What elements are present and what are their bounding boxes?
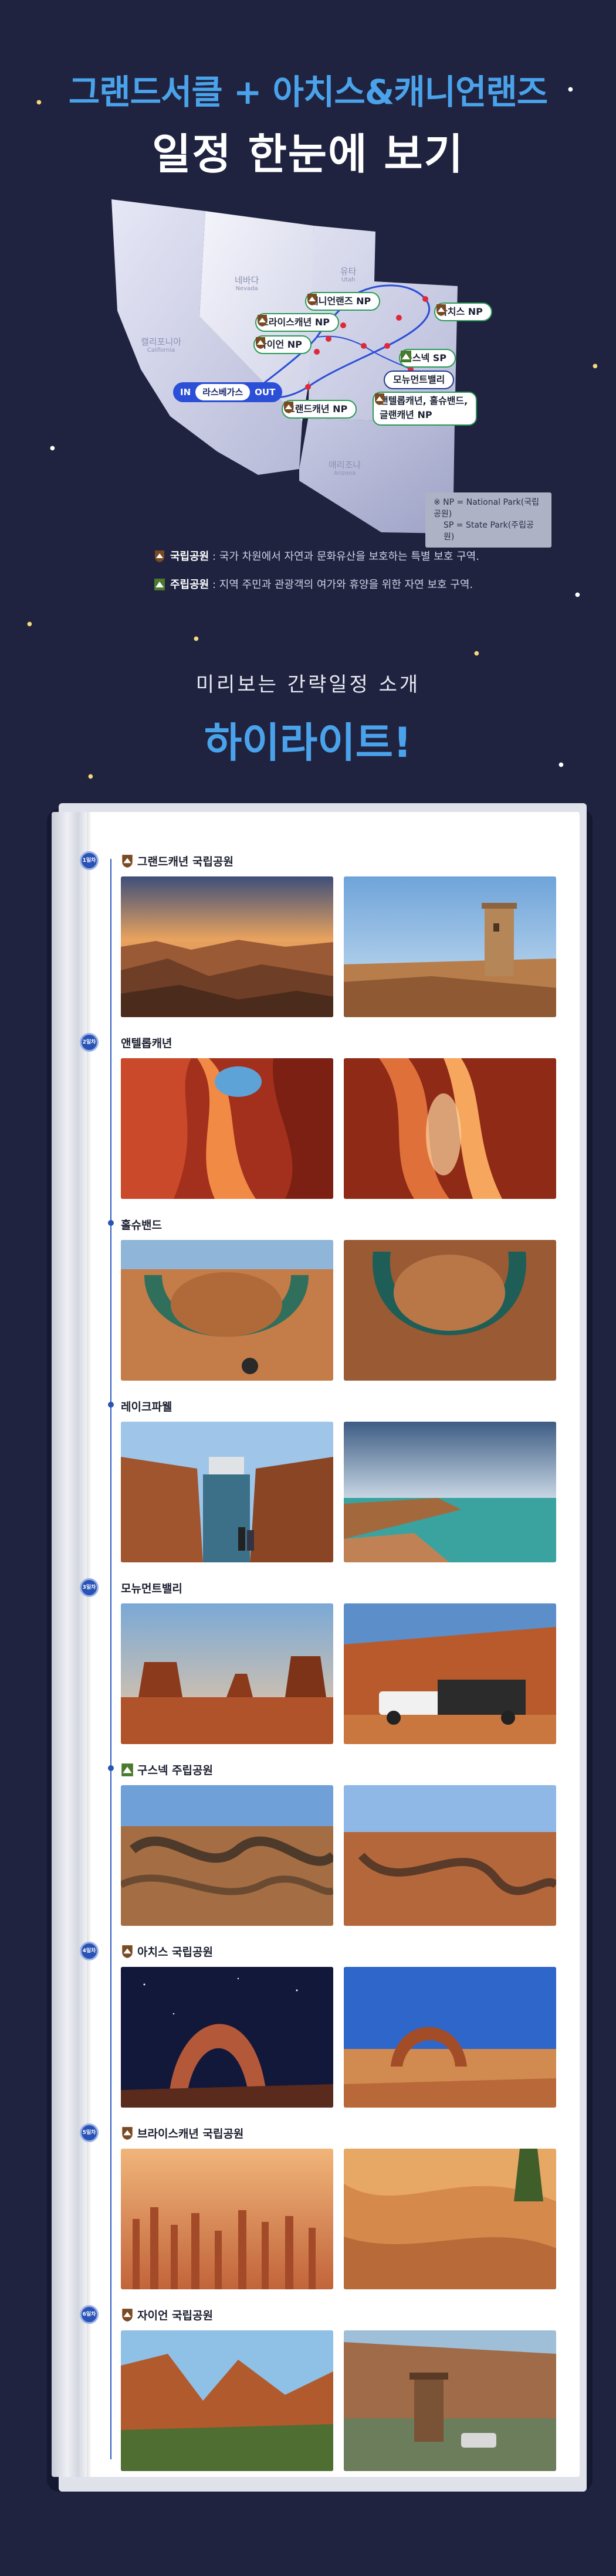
itinerary-book: 1일차 그랜드캐년 국립공원 2일차 앤텔롭캐년 홀슈밴드 레이크파웰 3일차 … — [52, 812, 580, 2477]
city-out-label: OUT — [255, 387, 276, 397]
day-title: 레이크파웰 — [121, 1401, 172, 1413]
city-in-label: IN — [180, 387, 191, 397]
day-item: 1일차 그랜드캐년 국립공원 — [52, 851, 580, 1035]
star: ● — [50, 445, 55, 451]
day-item: 6일차 자이언 국립공원 — [52, 2305, 580, 2477]
city-name: 라스베가스 — [195, 384, 251, 400]
national-park-icon — [258, 315, 267, 327]
photo-bryce-hoodoos — [121, 2149, 333, 2289]
state-label-california: 캘리포니아 California — [141, 337, 182, 354]
header-subtitle: 그랜드서클 + 아치스&캐니언랜즈 — [68, 72, 548, 112]
state-label-nevada: 네바다 Nevada — [235, 275, 259, 293]
day-title: 앤텔롭캐년 — [121, 1037, 172, 1050]
day-badge: 3일차 — [80, 1578, 99, 1597]
pin-antelope: 앤텔롭캐년, 홀슈밴드, 글랜캐년 NP — [373, 392, 478, 426]
photo-monument-valley-tour — [344, 1603, 556, 1744]
pin-grand-canyon: 그랜드캐년 NP — [282, 400, 357, 419]
state-park-icon — [121, 1763, 133, 1776]
highlights-subtitle: 미리보는 간략일정 소개 — [195, 673, 421, 696]
photo-horseshoe-bend-2 — [344, 1240, 556, 1381]
photo-horseshoe-bend-1 — [121, 1240, 333, 1381]
page-header: 그랜드서클 + 아치스&캐니언랜즈 일정 한눈에 보기 — [0, 64, 616, 181]
photo-antelope-canyon-2 — [344, 1058, 556, 1199]
state-label-arizona: 애리조나 Arizona — [329, 460, 361, 477]
state-label-utah: 유타 Utah — [340, 266, 357, 284]
photo-bryce-canyon — [344, 2149, 556, 2289]
day-title: 브라이스캐년 국립공원 — [121, 2125, 243, 2141]
day-title: 그랜드캐년 국립공원 — [121, 853, 233, 869]
photo-desert-view-tower — [344, 876, 556, 1017]
star: ● — [194, 635, 199, 642]
national-park-icon — [155, 550, 164, 562]
day-badge: 2일차 — [80, 1033, 99, 1052]
day-item: 홀슈밴드 — [52, 1216, 580, 1398]
national-park-icon — [256, 337, 265, 349]
pin-bryce: 브라이스캐년 NP — [255, 313, 340, 332]
photo-delicate-arch-night — [121, 1967, 333, 2108]
state-park-icon — [401, 351, 411, 362]
day-title: 모뉴먼트밸리 — [121, 1582, 182, 1595]
national-park-icon — [436, 304, 446, 316]
day-badge: 1일차 — [80, 851, 99, 870]
pin-zion: 자이언 NP — [253, 335, 312, 354]
photo-monument-valley-buttes — [121, 1603, 333, 1744]
national-park-icon — [122, 1945, 133, 1958]
photo-lake-powell — [344, 1422, 556, 1562]
photo-antelope-canyon-1 — [121, 1058, 333, 1199]
city-las-vegas: IN 라스베가스 OUT — [173, 382, 283, 402]
day-item: 4일차 아치스 국립공원 — [52, 1942, 580, 2125]
national-park-icon — [122, 855, 133, 868]
highlights-title: 하이라이트! — [204, 719, 412, 767]
route-map: 네바다 Nevada 유타 Utah 캘리포니아 California 애리조나 Ari… — [106, 193, 551, 548]
pin-antelope-line1: 앤텔롭캐년, 홀슈밴드, — [380, 395, 468, 406]
park-abbreviation-note: ※ NP = National Park(국립공원) SP = State Pa… — [425, 492, 551, 548]
national-park-icon — [375, 393, 384, 405]
day-badge: 4일차 — [80, 1942, 99, 1960]
state-park-icon — [154, 579, 165, 590]
timeline-dot — [108, 1220, 114, 1226]
photo-delicate-arch-day — [344, 1967, 556, 2108]
day-title: 구스넥 주립공원 — [121, 1762, 213, 1778]
photo-goosenecks-2 — [344, 1785, 556, 1926]
photo-zion-entrance — [344, 2330, 556, 2471]
photo-goosenecks-1 — [121, 1785, 333, 1926]
national-park-icon — [122, 2127, 133, 2140]
day-badge: 5일차 — [80, 2123, 99, 2142]
pin-goosenecks: 구스넥 SP — [399, 349, 456, 368]
national-park-icon — [122, 2309, 133, 2322]
star: ● — [474, 650, 479, 657]
photo-glen-canyon-dam — [121, 1422, 333, 1562]
pin-canyonlands: 캐니언랜즈 NP — [305, 292, 381, 311]
day-title: 홀슈밴드 — [121, 1219, 162, 1232]
page-title: 일정 한눈에 보기 — [152, 130, 464, 179]
national-park-icon — [307, 294, 317, 305]
pin-monument-valley: 모뉴먼트밸리 — [384, 371, 455, 389]
park-legend: 국립공원 : 국가 차원에서 자연과 문화유산을 보호하는 특별 보호 구역. … — [154, 548, 479, 604]
pin-arches: 아치스 NP — [434, 303, 492, 321]
national-park-icon — [284, 402, 293, 413]
highlights-heading: 미리보는 간략일정 소개 하이라이트! — [0, 668, 616, 769]
timeline-dot — [108, 1765, 114, 1771]
day-badge: 6일차 — [80, 2305, 99, 2324]
day-item: 구스넥 주립공원 — [52, 1762, 580, 1943]
photo-zion-canyon — [121, 2330, 333, 2471]
star: ● — [593, 363, 598, 369]
legend-state: 주립공원 : 지역 주민과 관광객의 여가와 휴양을 위한 자연 보호 구역. — [154, 576, 479, 592]
star: ● — [575, 592, 580, 598]
photo-grand-canyon-vista — [121, 876, 333, 1017]
map-shapes — [111, 199, 458, 533]
day-item: 2일차 앤텔롭캐년 — [52, 1033, 580, 1216]
star: ● — [27, 621, 32, 627]
timeline-dot — [108, 1402, 114, 1408]
day-title: 아치스 국립공원 — [121, 1943, 213, 1959]
star: ● — [88, 773, 93, 780]
day-item: 5일차 브라이스캐년 국립공원 — [52, 2123, 580, 2307]
pin-antelope-line2: 글랜캐년 NP — [375, 393, 468, 422]
day-title: 자이언 국립공원 — [121, 2307, 213, 2323]
day-item: 3일차 모뉴먼트밸리 — [52, 1578, 580, 1762]
day-item: 레이크파웰 — [52, 1398, 580, 1580]
legend-national: 국립공원 : 국가 차원에서 자연과 문화유산을 보호하는 특별 보호 구역. — [154, 548, 479, 563]
